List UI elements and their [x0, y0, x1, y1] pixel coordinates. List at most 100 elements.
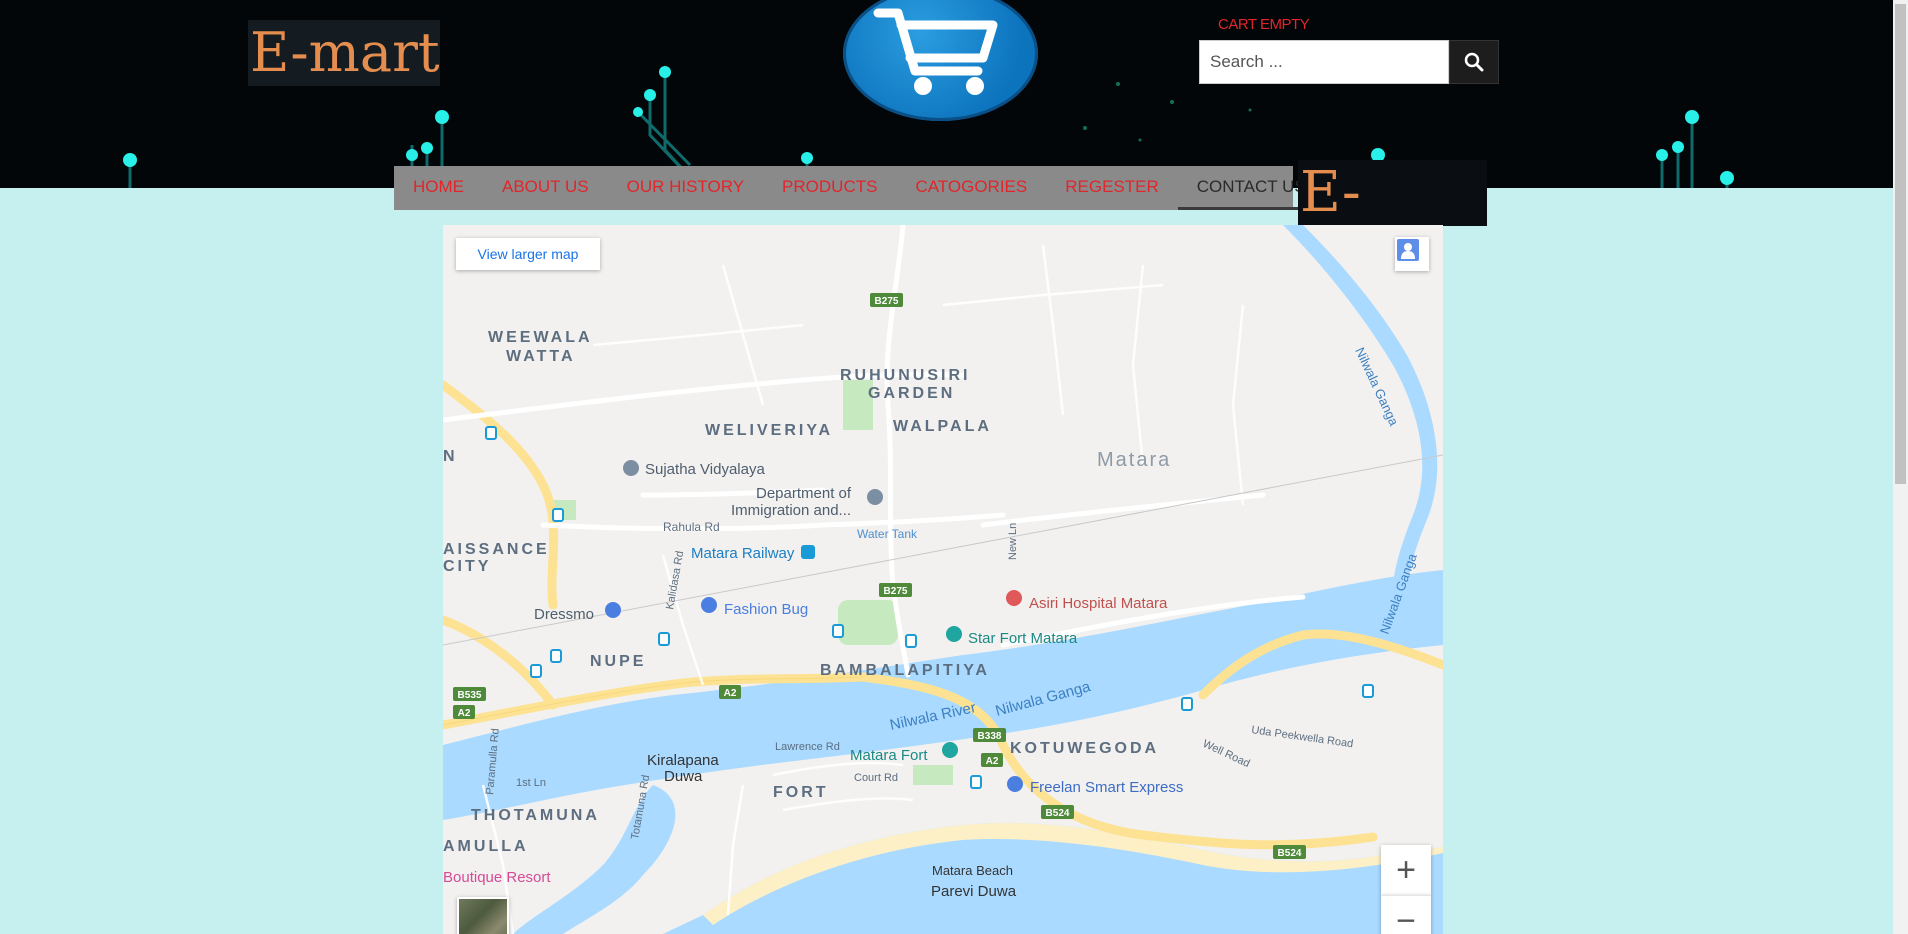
zoom-in-button[interactable]: +: [1381, 845, 1431, 895]
minus-icon: −: [1396, 902, 1416, 934]
area-label: BAMBALAPITIYA: [820, 662, 990, 679]
road-label: 1st Ln: [516, 777, 546, 789]
route-shield: B275: [884, 586, 908, 597]
circuit-node: [1656, 149, 1668, 161]
circuit-node: [1672, 141, 1684, 153]
plus-icon: +: [1396, 851, 1416, 889]
circuit-node: [123, 153, 137, 167]
lane: [942, 283, 1164, 307]
nav-item-home[interactable]: HOME: [394, 166, 483, 210]
circuit-node: [1720, 171, 1734, 185]
lane: [661, 554, 705, 686]
area-label: AMULLA: [443, 838, 529, 855]
bus-stop-icon[interactable]: [1181, 697, 1193, 711]
place-label: Parevi Duwa: [931, 883, 1017, 900]
site-header: E-mart CART EMPTY: [0, 0, 1893, 188]
area-label: WALPALA: [893, 418, 992, 435]
route-shield: A2: [724, 688, 737, 699]
road-label: Lawrence Rd: [775, 741, 840, 753]
nav-item-categories[interactable]: CATOGORIES: [896, 166, 1046, 210]
area-label: AISSANCE: [443, 541, 550, 558]
area-label: RUHUNUSIRI: [840, 367, 970, 384]
circuit-node: [644, 89, 656, 101]
street-view-pegman[interactable]: [1395, 237, 1429, 271]
cart-logo[interactable]: [843, 0, 1038, 121]
scrollbar-thumb[interactable]: [1895, 4, 1906, 484]
city-label: Matara: [1097, 449, 1171, 471]
bus-stop-icon[interactable]: [658, 632, 670, 646]
site-logo[interactable]: E-mart: [248, 20, 440, 86]
search-icon: [1464, 52, 1484, 72]
lane: [592, 323, 804, 347]
place-label: Sujatha Vidyalaya: [645, 461, 765, 478]
bus-stop-icon[interactable]: [530, 664, 542, 678]
circuit-node: [801, 152, 813, 164]
cart-status[interactable]: CART EMPTY: [1218, 16, 1310, 33]
area-label: FORT: [773, 784, 829, 801]
pegman-icon: [1397, 239, 1419, 261]
route-shield: B338: [978, 731, 1002, 742]
nav-item-products[interactable]: PRODUCTS: [763, 166, 896, 210]
shopping-icon[interactable]: [605, 602, 621, 618]
place-label: Dressmo: [534, 606, 594, 623]
nav-item-about-us[interactable]: ABOUT US: [483, 166, 608, 210]
circuit-node: [633, 107, 643, 117]
embedded-map[interactable]: B275 B275 B535 A2 A2 B338 A2 B524 B524 W…: [443, 225, 1443, 934]
bus-stop-icon[interactable]: [905, 634, 917, 648]
attraction-icon[interactable]: [946, 626, 962, 642]
route-shield: A2: [986, 756, 999, 767]
route-shield: A2: [458, 708, 471, 719]
lane: [1231, 304, 1245, 506]
bus-stop-icon[interactable]: [832, 624, 844, 638]
route-shield: B535: [458, 690, 482, 701]
place-label: Duwa: [664, 768, 703, 785]
place-label: Freelan Smart Express: [1030, 779, 1183, 796]
place-label: Water Tank: [857, 527, 918, 541]
circuit-node: [659, 66, 671, 78]
train-icon[interactable]: [801, 545, 815, 559]
circuit-node: [406, 149, 418, 161]
park: [838, 600, 898, 645]
place-label: Star Fort Matara: [968, 630, 1078, 647]
attraction-icon[interactable]: [942, 742, 958, 758]
sparkle-dot: [1116, 82, 1120, 86]
circuit-node: [1685, 110, 1699, 124]
area-label: NUPE: [590, 653, 646, 670]
area-label: GARDEN: [868, 385, 955, 402]
shopping-icon[interactable]: [701, 597, 717, 613]
page-scrollbar[interactable]: [1893, 0, 1908, 934]
store-icon[interactable]: [1007, 776, 1023, 792]
view-larger-map-link[interactable]: View larger map: [456, 238, 600, 270]
park: [913, 765, 953, 785]
place-label: Department of: [756, 485, 852, 502]
bus-stop-icon[interactable]: [550, 649, 562, 663]
hospital-icon[interactable]: [1006, 590, 1022, 606]
nav-item-our-history[interactable]: OUR HISTORY: [608, 166, 763, 210]
school-icon[interactable]: [623, 460, 639, 476]
area-label: WATTA: [506, 348, 576, 365]
map-canvas[interactable]: B275 B275 B535 A2 A2 B338 A2 B524 B524 W…: [443, 225, 1443, 934]
nav-item-register[interactable]: REGESTER: [1046, 166, 1178, 210]
road-label: New Ln: [1007, 523, 1019, 560]
search-input[interactable]: [1199, 40, 1449, 84]
satellite-toggle[interactable]: [457, 897, 509, 934]
bus-stop-icon[interactable]: [552, 508, 564, 522]
zoom-out-button[interactable]: −: [1381, 895, 1431, 934]
place-label: Kiralapana: [647, 752, 719, 769]
bus-stop-icon[interactable]: [970, 775, 982, 789]
area-label: N: [443, 448, 458, 465]
area-label: THOTAMUNA: [471, 807, 600, 824]
place-label: Fashion Bug: [724, 601, 808, 618]
sparkle-dot: [1083, 126, 1087, 130]
bus-stop-icon[interactable]: [485, 426, 497, 440]
bus-stop-icon[interactable]: [1362, 684, 1374, 698]
sparkle-dot: [1138, 138, 1142, 142]
government-icon[interactable]: [867, 489, 883, 505]
route-shield: B524: [1278, 848, 1302, 859]
area-label: WELIVERIYA: [705, 422, 833, 439]
route-shield: B275: [875, 296, 899, 307]
area-label: WEEWALA: [488, 329, 593, 346]
road-label: Court Rd: [854, 772, 898, 784]
secondary-logo[interactable]: E-mart: [1298, 160, 1487, 226]
search-button[interactable]: [1449, 40, 1499, 84]
